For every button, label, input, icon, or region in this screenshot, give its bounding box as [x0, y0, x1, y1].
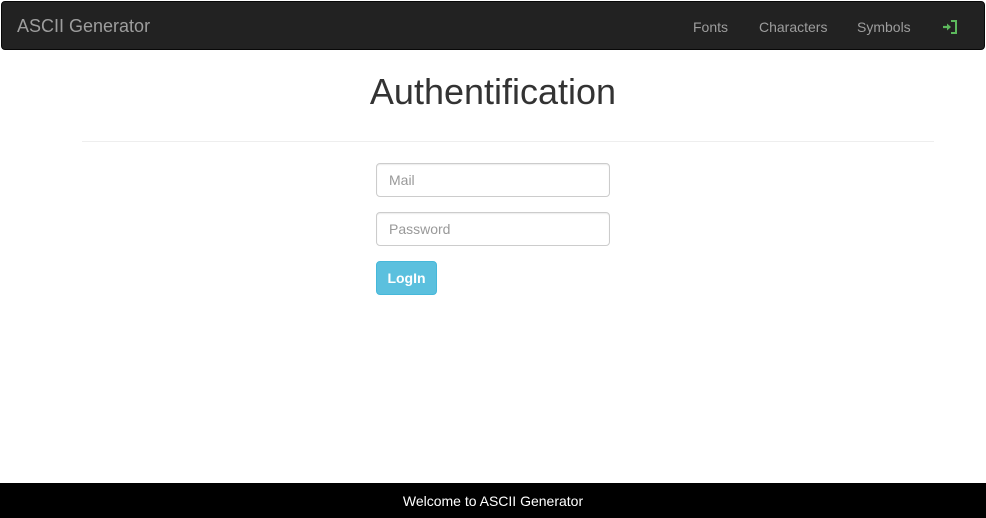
nav-link-fonts[interactable]: Fonts: [693, 18, 728, 36]
footer: Welcome to ASCII Generator: [0, 483, 986, 518]
login-button[interactable]: LogIn: [376, 261, 437, 295]
nav-link-characters[interactable]: Characters: [759, 18, 827, 36]
page-title: Authentification: [369, 71, 617, 112]
nav-link-symbols[interactable]: Symbols: [857, 18, 911, 36]
password-input[interactable]: [376, 212, 610, 246]
brand-link[interactable]: ASCII Generator: [17, 16, 150, 36]
navbar: ASCII Generator Fonts Characters Symbols: [1, 1, 985, 50]
sign-in-icon[interactable]: [941, 19, 959, 35]
header-divider: [82, 141, 934, 142]
footer-text: Welcome to ASCII Generator: [402, 493, 584, 509]
mail-input[interactable]: [376, 163, 610, 197]
page: ASCII Generator Fonts Characters Symbols…: [0, 0, 986, 518]
